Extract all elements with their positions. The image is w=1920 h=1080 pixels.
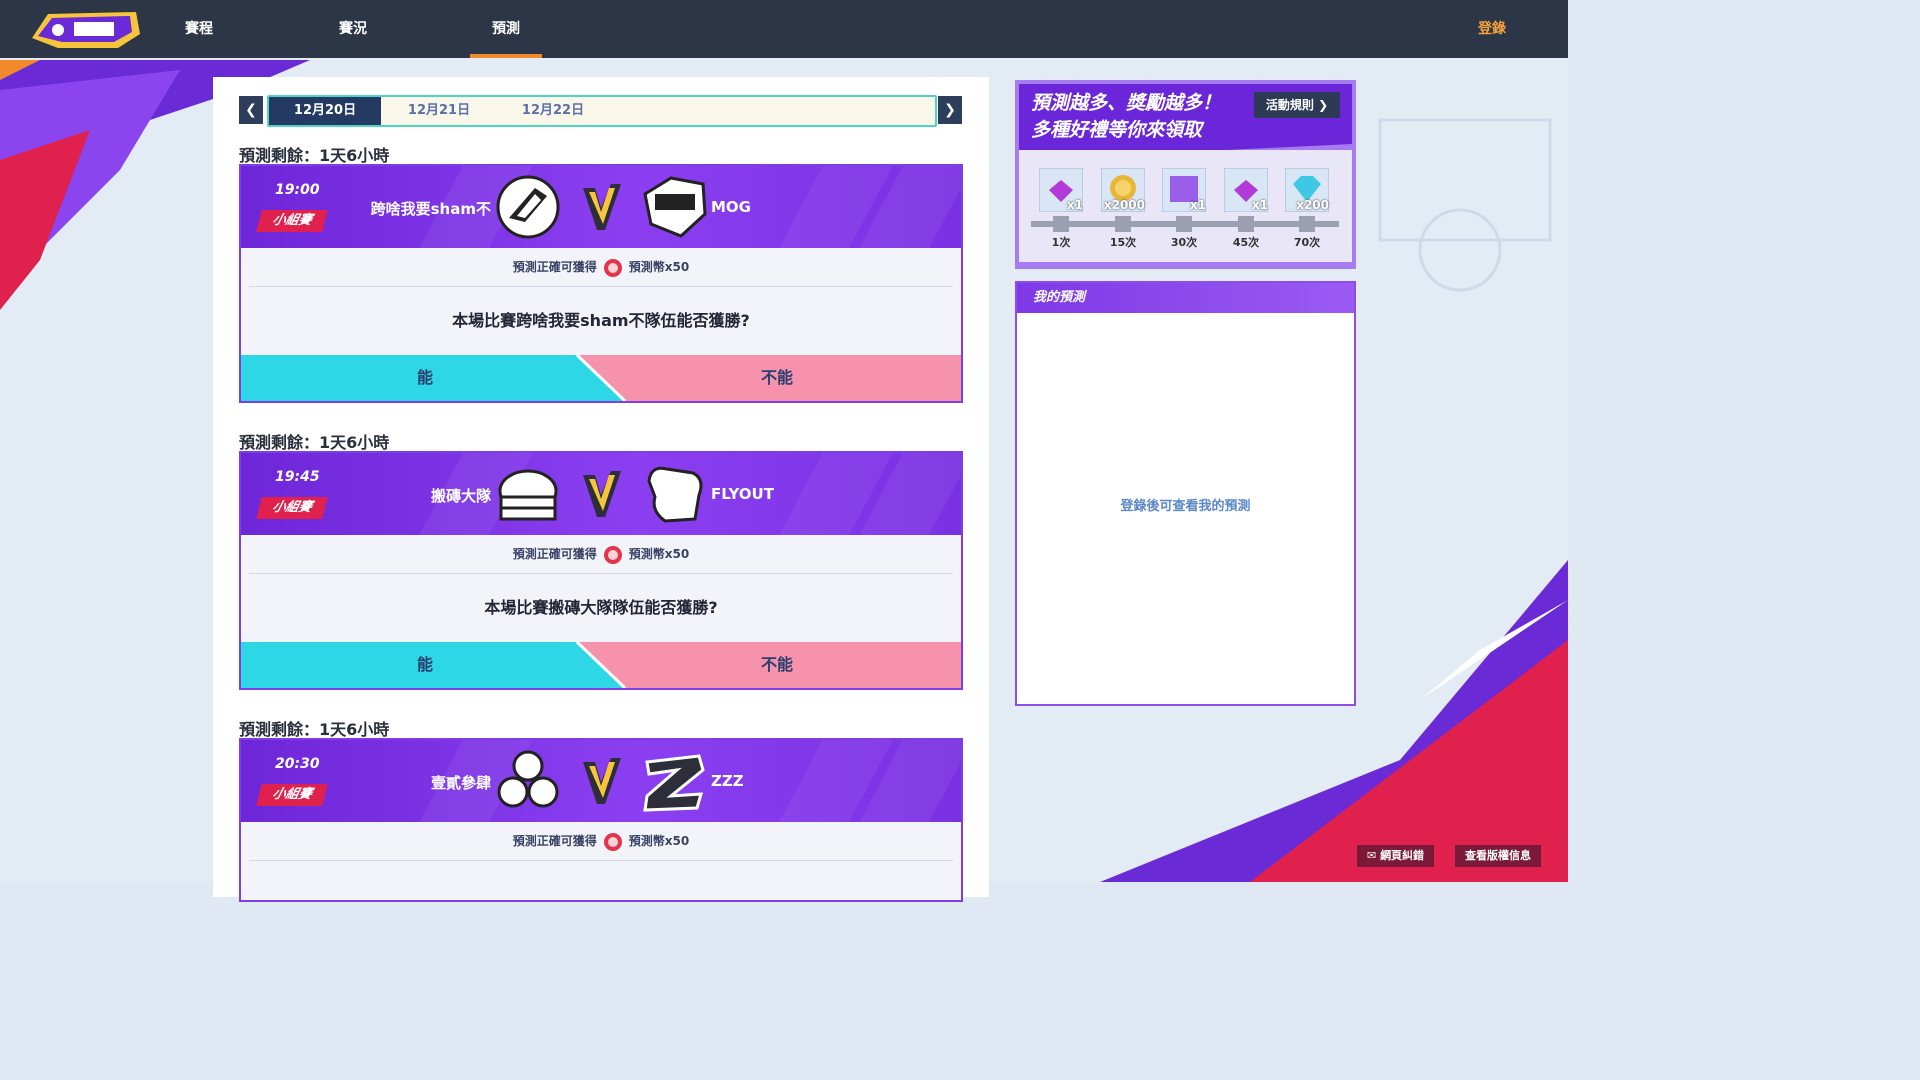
answer-no-label: 不能 [761, 655, 794, 674]
match-time: 20:30 [275, 756, 320, 772]
prediction-coin-icon [603, 258, 622, 277]
copyright-label: 查看版權信息 [1465, 849, 1531, 862]
promo-title-line2: 多種好禮等你來領取 [1031, 119, 1203, 141]
match-card: 19:00 小組賽 跨啥我要sham不 MOG 預測正確可獲得 預測幣x50 本場… [239, 164, 963, 403]
match-countdown: 預測剩餘：1天6小時 [239, 146, 390, 165]
team-a-logo-icon [498, 469, 558, 521]
mail-icon: ✉ [1367, 849, 1377, 862]
login-to-view-message[interactable]: 登錄後可查看我的預測 [1017, 495, 1354, 514]
my-predictions-panel: 我的預測 登錄後可查看我的預測 [1015, 281, 1356, 706]
match-time: 19:45 [275, 469, 320, 485]
reward-item[interactable]: x1 [1161, 167, 1207, 213]
reward-amount: 預測幣x50 [628, 834, 690, 848]
site-logo[interactable] [28, 8, 144, 50]
match-header: 20:30 小組賽 壹貳參肆 ZZZ [241, 740, 961, 822]
reward-quantity: x2000 [1103, 198, 1145, 212]
prediction-panel: ❮ 12月20日 12月21日 12月22日 ❯ 預測剩餘：1天6小時 19:0… [213, 77, 989, 902]
reward-prefix: 預測正確可獲得 [512, 547, 597, 561]
login-link[interactable]: 登錄 [1478, 0, 1506, 58]
answer-options: 能 不能 [241, 355, 961, 401]
team-b-logo-icon [647, 466, 703, 523]
team-b-logo-icon [643, 754, 705, 812]
chevron-right-icon: ❯ [1318, 98, 1329, 112]
top-navigation: 賽程 賽況 預測 登錄 [0, 0, 1568, 58]
match-stage-badge: 小組賽 [256, 784, 328, 806]
nav-schedule[interactable]: 賽程 [163, 0, 235, 58]
prediction-coin-icon [603, 832, 622, 851]
reward-item[interactable]: x200 [1284, 167, 1330, 213]
reward-prefix: 預測正確可獲得 [512, 834, 597, 848]
versus-icon [583, 758, 621, 804]
reward-amount: 預測幣x50 [628, 547, 690, 561]
team-a-logo-icon [497, 750, 559, 808]
reward-quantity: x1 [1251, 198, 1268, 212]
reward-info: 預測正確可獲得 預測幣x50 [241, 535, 961, 573]
team-b-name: FLYOUT [711, 485, 774, 503]
milestone-label: 1次 [1051, 236, 1071, 249]
reward-info: 預測正確可獲得 預測幣x50 [241, 822, 961, 860]
team-a-logo-icon [496, 175, 560, 239]
team-b-name: MOG [711, 198, 751, 216]
match-header: 19:45 小組賽 搬磚大隊 FLYOUT [241, 453, 961, 535]
my-predictions-title: 我的預測 [1017, 283, 1354, 313]
reward-promo-banner: 預測越多、獎勵越多！ 多種好禮等你來領取 活動規則 ❯ x1 x2000 x1 x… [1015, 80, 1356, 269]
date-tab-3[interactable]: 12月22日 [497, 97, 609, 125]
date-tab-2[interactable]: 12月21日 [383, 97, 495, 125]
reward-prefix: 預測正確可獲得 [512, 260, 597, 274]
chevron-right-icon: ❯ [944, 102, 956, 118]
report-error-label: 網頁糾錯 [1380, 849, 1425, 862]
reward-info: 預測正確可獲得 預測幣x50 [241, 248, 961, 286]
team-b-name: ZZZ [711, 772, 744, 790]
milestone-label: 15次 [1109, 236, 1137, 249]
answer-yes-label: 能 [417, 368, 434, 387]
date-tabs: 12月20日 12月21日 12月22日 [267, 95, 937, 127]
chevron-left-icon: ❮ [245, 102, 257, 118]
prev-date-button[interactable]: ❮ [239, 96, 263, 124]
match-card: 20:30 小組賽 壹貳參肆 ZZZ 預測正確可獲得 預測幣x50 [239, 738, 963, 902]
promo-title: 預測越多、獎勵越多！ 多種好禮等你來領取 [1031, 90, 1221, 144]
match-header: 19:00 小組賽 跨啥我要sham不 MOG [241, 166, 961, 248]
report-error-button[interactable]: ✉ 網頁糾錯 [1357, 845, 1435, 867]
prediction-question: 本場比賽搬磚大隊隊伍能否獲勝? [484, 598, 718, 617]
match-countdown: 預測剩餘：1天6小時 [239, 720, 390, 739]
match-stage-badge: 小組賽 [256, 210, 328, 232]
answer-options: 能 不能 [241, 642, 961, 688]
rules-button-label: 活動規則 [1265, 98, 1314, 112]
prediction-question: 本場比賽跨啥我要sham不隊伍能否獲勝? [452, 311, 750, 330]
prediction-coin-icon [603, 545, 622, 564]
versus-icon [583, 471, 621, 517]
next-date-button[interactable]: ❯ [938, 96, 962, 124]
milestone-label: 45次 [1232, 236, 1260, 249]
answer-no-label: 不能 [761, 368, 794, 387]
milestone-label: 70次 [1293, 236, 1321, 249]
match-countdown: 預測剩餘：1天6小時 [239, 433, 390, 452]
reward-item[interactable]: x1 [1038, 167, 1084, 213]
copyright-info-button[interactable]: 查看版權信息 [1455, 845, 1541, 867]
reward-amount: 預測幣x50 [628, 260, 690, 274]
versus-icon [583, 184, 621, 230]
answer-yes-label: 能 [417, 655, 434, 674]
team-a-name: 壹貳參肆 [430, 774, 491, 792]
date-selector: ❮ 12月20日 12月21日 12月22日 ❯ [239, 94, 963, 127]
reward-item[interactable]: x2000 [1100, 167, 1146, 213]
nav-prediction[interactable]: 預測 [470, 0, 542, 58]
milestone-label: 30次 [1170, 236, 1198, 249]
promo-title-line1: 預測越多、獎勵越多！ [1031, 92, 1222, 114]
team-a-name: 搬磚大隊 [430, 487, 491, 505]
team-a-name: 跨啥我要sham不 [370, 200, 491, 218]
reward-quantity: x1 [1189, 198, 1206, 212]
reward-quantity: x200 [1296, 198, 1329, 212]
reward-quantity: x1 [1066, 198, 1083, 212]
match-stage-badge: 小組賽 [256, 497, 328, 519]
reward-item[interactable]: x1 [1223, 167, 1269, 213]
match-time: 19:00 [275, 182, 320, 198]
activity-rules-button[interactable]: 活動規則 ❯ [1254, 92, 1340, 118]
date-tab-1[interactable]: 12月20日 [269, 97, 381, 125]
match-card: 19:45 小組賽 搬磚大隊 FLYOUT 預測正確可獲得 預測幣x50 本場比賽… [239, 451, 963, 690]
nav-live-status[interactable]: 賽況 [317, 0, 389, 58]
team-b-logo-icon [643, 176, 707, 238]
